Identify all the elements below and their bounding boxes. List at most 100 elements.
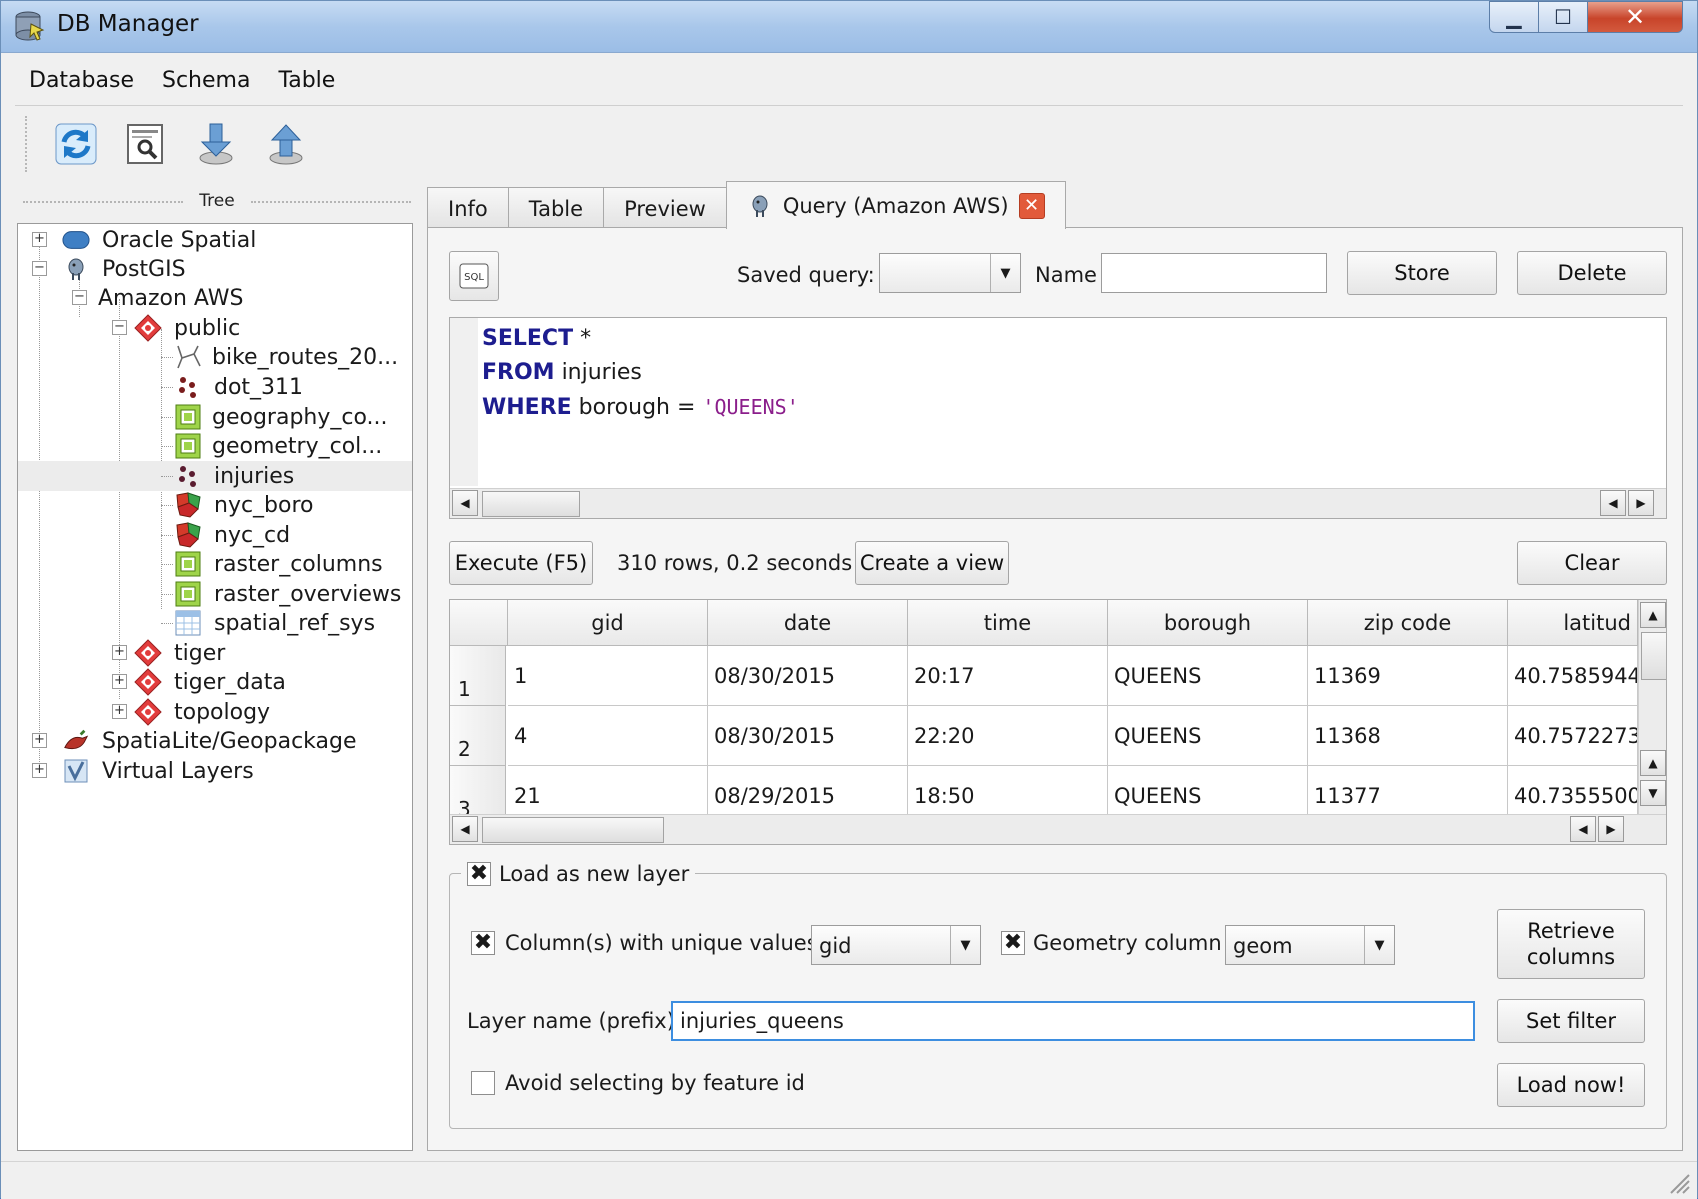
table-cell[interactable]: 11369 bbox=[1308, 646, 1508, 706]
scroll-right-icon[interactable]: ▶ bbox=[1598, 816, 1624, 842]
geometry-column-checkbox[interactable]: ✖ bbox=[1001, 931, 1025, 955]
title-bar[interactable]: DB Manager ▁ ☐ ✕ bbox=[1, 1, 1697, 53]
scroll-right-icon[interactable]: ▶ bbox=[1628, 490, 1654, 516]
tab-query[interactable]: Query (Amazon AWS) ✕ bbox=[725, 181, 1066, 229]
collapse-icon[interactable]: − bbox=[72, 290, 87, 305]
execute-button[interactable]: Execute (F5) bbox=[449, 541, 593, 585]
expand-icon[interactable]: + bbox=[112, 645, 127, 660]
table-cell[interactable]: 1 bbox=[508, 646, 708, 706]
scroll-left-icon[interactable]: ◀ bbox=[1570, 816, 1596, 842]
collapse-icon[interactable]: − bbox=[32, 261, 47, 276]
minimize-button[interactable]: ▁ bbox=[1489, 1, 1539, 33]
table-cell[interactable]: 40.7572273 bbox=[1508, 706, 1638, 766]
layer-name-input[interactable]: injuries_queens bbox=[671, 1001, 1475, 1041]
tree-item-geometry-columns[interactable]: geometry_col... bbox=[18, 431, 412, 461]
column-header-borough[interactable]: borough bbox=[1108, 600, 1308, 646]
query-name-input[interactable] bbox=[1101, 253, 1327, 293]
tree-item-raster-columns[interactable]: raster_columns bbox=[18, 549, 412, 579]
unique-values-checkbox[interactable]: ✖ bbox=[471, 931, 495, 955]
sql-window-button[interactable] bbox=[117, 115, 175, 173]
table-cell[interactable]: QUEENS bbox=[1108, 706, 1308, 766]
toolbar-grip[interactable] bbox=[25, 116, 31, 172]
db-tree[interactable]: + Oracle Spatial − PostGIS − Amazon AWS … bbox=[17, 223, 413, 1151]
scroll-left-icon[interactable]: ◀ bbox=[1600, 490, 1626, 516]
tab-preview[interactable]: Preview bbox=[603, 187, 727, 229]
avoid-feature-id-checkbox[interactable] bbox=[471, 1071, 495, 1095]
results-vertical-scrollbar[interactable]: ▲ ▲ ▼ bbox=[1638, 600, 1666, 814]
tab-info[interactable]: Info bbox=[427, 187, 509, 229]
tree-item-tiger-data[interactable]: + tiger_data bbox=[18, 667, 412, 697]
tree-item-oracle-spatial[interactable]: + Oracle Spatial bbox=[18, 225, 412, 255]
tree-item-tiger[interactable]: + tiger bbox=[18, 638, 412, 668]
editor-horizontal-scrollbar[interactable]: ◀ ◀ ▶ bbox=[450, 488, 1666, 518]
tree-item-spatialite[interactable]: + SpatiaLite/Geopackage bbox=[18, 726, 412, 756]
tree-item-bike-routes[interactable]: bike_routes_20... bbox=[18, 342, 412, 372]
expand-icon[interactable]: + bbox=[112, 674, 127, 689]
column-header-time[interactable]: time bbox=[908, 600, 1108, 646]
sql-editor[interactable]: SELECT * FROM injuries WHERE borough = '… bbox=[449, 317, 1667, 519]
unique-column-select[interactable]: gid ▼ bbox=[811, 925, 981, 965]
export-button[interactable] bbox=[257, 115, 315, 173]
expand-icon[interactable]: + bbox=[112, 704, 127, 719]
table-cell[interactable]: 22:20 bbox=[908, 706, 1108, 766]
column-header-latitude[interactable]: latitud bbox=[1508, 600, 1638, 646]
table-cell[interactable]: 40.7585944 bbox=[1508, 646, 1638, 706]
scroll-up-icon[interactable]: ▲ bbox=[1640, 602, 1666, 628]
results-table[interactable]: gid date time borough zip code latitud 1… bbox=[449, 599, 1667, 845]
clear-button[interactable]: Clear bbox=[1517, 541, 1667, 585]
row-header[interactable]: 2 bbox=[450, 706, 506, 766]
expand-icon[interactable]: + bbox=[32, 232, 47, 247]
delete-button[interactable]: Delete bbox=[1517, 251, 1667, 295]
menu-table[interactable]: Table bbox=[264, 68, 349, 93]
tree-item-amazon-aws[interactable]: − Amazon AWS bbox=[18, 283, 412, 313]
column-header-gid[interactable]: gid bbox=[508, 600, 708, 646]
refresh-button[interactable] bbox=[47, 115, 105, 173]
tree-item-postgis[interactable]: − PostGIS bbox=[18, 254, 412, 284]
sql-file-button[interactable]: SQL bbox=[449, 251, 499, 301]
tree-item-dot-311[interactable]: dot_311 bbox=[18, 372, 412, 402]
retrieve-columns-button[interactable]: Retrieve columns bbox=[1497, 909, 1645, 979]
create-view-button[interactable]: Create a view bbox=[855, 541, 1009, 585]
scrollbar-thumb[interactable] bbox=[482, 817, 664, 843]
load-as-layer-checkbox[interactable]: ✖ bbox=[467, 862, 491, 886]
maximize-button[interactable]: ☐ bbox=[1538, 1, 1588, 33]
load-now-button[interactable]: Load now! bbox=[1497, 1063, 1645, 1107]
scroll-up-icon[interactable]: ▲ bbox=[1640, 750, 1666, 776]
tree-item-injuries[interactable]: injuries bbox=[18, 461, 412, 491]
store-button[interactable]: Store bbox=[1347, 251, 1497, 295]
tab-table[interactable]: Table bbox=[507, 187, 605, 229]
table-cell[interactable]: 11368 bbox=[1308, 706, 1508, 766]
scroll-left-icon[interactable]: ◀ bbox=[452, 816, 478, 842]
close-tab-button[interactable]: ✕ bbox=[1018, 192, 1045, 219]
scrollbar-thumb[interactable] bbox=[482, 491, 580, 517]
menu-database[interactable]: Database bbox=[15, 68, 148, 93]
tree-item-virtual-layers[interactable]: + Virtual Layers bbox=[18, 756, 412, 786]
tree-item-geography-columns[interactable]: geography_co... bbox=[18, 402, 412, 432]
scroll-left-icon[interactable]: ◀ bbox=[452, 490, 478, 516]
table-cell[interactable]: 4 bbox=[508, 706, 708, 766]
table-cell[interactable]: QUEENS bbox=[1108, 646, 1308, 706]
tree-item-nyc-boro[interactable]: nyc_boro bbox=[18, 490, 412, 520]
collapse-icon[interactable]: − bbox=[112, 320, 127, 335]
results-horizontal-scrollbar[interactable]: ◀ ◀ ▶ bbox=[450, 814, 1666, 844]
table-cell[interactable]: 08/30/2015 bbox=[708, 646, 908, 706]
corner-header[interactable] bbox=[450, 600, 508, 646]
row-header[interactable]: 1 bbox=[450, 646, 506, 706]
tree-item-topology[interactable]: + topology bbox=[18, 697, 412, 727]
tree-item-nyc-cd[interactable]: nyc_cd bbox=[18, 520, 412, 550]
expand-icon[interactable]: + bbox=[32, 763, 47, 778]
column-header-date[interactable]: date bbox=[708, 600, 908, 646]
scrollbar-thumb[interactable] bbox=[1641, 632, 1666, 680]
set-filter-button[interactable]: Set filter bbox=[1497, 999, 1645, 1043]
menu-schema[interactable]: Schema bbox=[148, 68, 264, 93]
tree-item-raster-overviews[interactable]: raster_overviews bbox=[18, 579, 412, 609]
table-cell[interactable]: 20:17 bbox=[908, 646, 1108, 706]
tree-dock-header[interactable]: Tree bbox=[21, 189, 413, 215]
saved-query-select[interactable]: ▼ bbox=[879, 253, 1021, 293]
tree-item-public[interactable]: − public bbox=[18, 313, 412, 343]
resize-grip-icon[interactable] bbox=[1665, 1169, 1691, 1195]
geometry-column-select[interactable]: geom ▼ bbox=[1225, 925, 1395, 965]
expand-icon[interactable]: + bbox=[32, 733, 47, 748]
scroll-down-icon[interactable]: ▼ bbox=[1640, 780, 1666, 806]
close-window-button[interactable]: ✕ bbox=[1587, 1, 1683, 33]
